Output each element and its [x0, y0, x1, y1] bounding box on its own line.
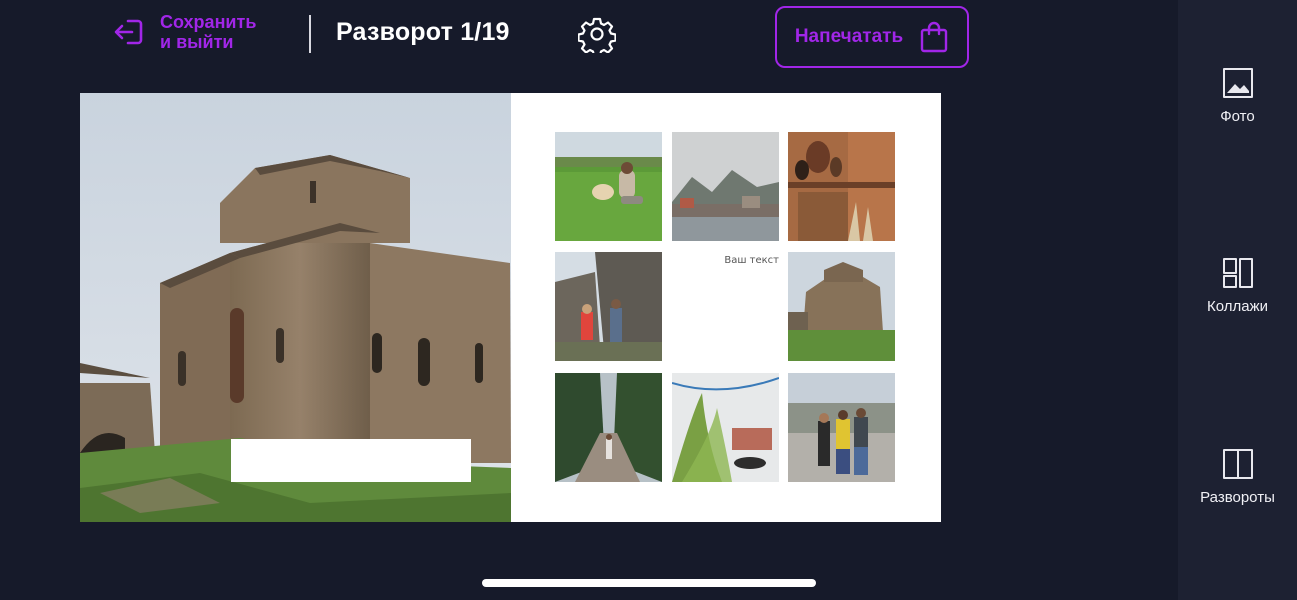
- collage-tile[interactable]: [555, 373, 662, 482]
- sidebar-item-spreads[interactable]: Развороты: [1178, 447, 1297, 506]
- side-panel: Фото Коллажи Развороты: [1178, 0, 1297, 600]
- collage-tile[interactable]: [788, 132, 895, 241]
- settings-button[interactable]: [577, 15, 617, 58]
- collage-icon: [1222, 258, 1253, 288]
- collage-tile[interactable]: [555, 132, 662, 241]
- sidebar-item-label: Коллажи: [1206, 298, 1268, 315]
- mountain-town-photo: [672, 132, 779, 241]
- header-divider: [309, 15, 311, 53]
- shopping-bag-icon: [920, 21, 948, 53]
- collage-tile[interactable]: [788, 373, 895, 482]
- image-icon: [1222, 68, 1253, 98]
- sidebar-item-photo[interactable]: Фото: [1178, 66, 1297, 125]
- gear-icon: [577, 17, 617, 58]
- text-placeholder: Ваш текст: [724, 255, 779, 266]
- children-by-tower-photo: [555, 252, 662, 361]
- save-and-exit-button[interactable]: Сохранить и выйти: [112, 12, 256, 52]
- collage-tile[interactable]: [788, 252, 895, 361]
- mural-wall-photo: [672, 373, 779, 482]
- print-button-label: Напечатать: [794, 26, 904, 47]
- sidebar-item-label: Фото: [1220, 108, 1255, 125]
- church-on-hill-photo: [788, 252, 895, 361]
- spread-title: Разворот 1/19: [336, 18, 510, 46]
- save-and-exit-label: Сохранить и выйти: [160, 12, 257, 52]
- collage-tile[interactable]: [555, 252, 662, 361]
- text-placeholder-slot[interactable]: Ваш текст: [672, 252, 779, 361]
- group-selfie-photo: [788, 373, 895, 482]
- pottery-shelf-photo: [788, 132, 895, 241]
- girl-with-dog-photo: [555, 132, 662, 241]
- spread-canvas: Ваш текст: [80, 93, 941, 522]
- home-indicator: [482, 579, 816, 587]
- collage-tile[interactable]: [672, 373, 779, 482]
- sidebar-item-collages[interactable]: Коллажи: [1178, 256, 1297, 315]
- exit-arrow-icon: [114, 19, 143, 45]
- collage-tile[interactable]: [672, 132, 779, 241]
- spread-icon: [1222, 449, 1253, 479]
- cypress-alley-photo: [555, 373, 662, 482]
- print-button[interactable]: Напечатать: [775, 6, 969, 68]
- caption-text-box[interactable]: [231, 439, 471, 482]
- sidebar-item-label: Развороты: [1200, 489, 1275, 506]
- left-page-photo[interactable]: [80, 93, 511, 522]
- right-page-collage: Ваш текст: [511, 93, 941, 522]
